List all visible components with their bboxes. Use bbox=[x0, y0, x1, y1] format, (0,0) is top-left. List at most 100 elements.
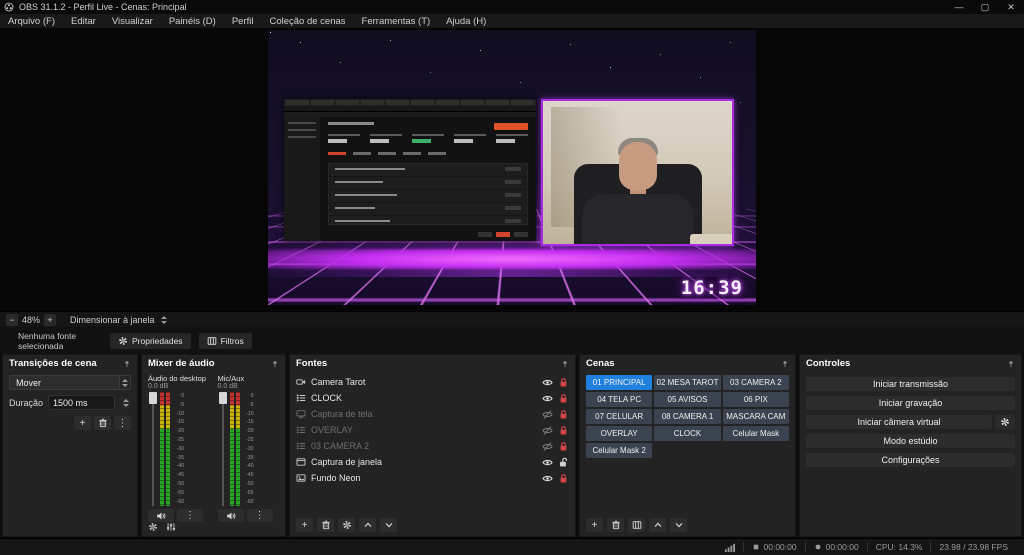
filters-button[interactable]: Filtros bbox=[199, 333, 252, 349]
scene-item-celular-mask-2[interactable]: Celular Mask 2 bbox=[586, 443, 652, 458]
source-row[interactable]: CLOCK bbox=[290, 390, 575, 406]
add-source-button[interactable]: + bbox=[296, 518, 313, 532]
mixer-settings-gear-icon[interactable] bbox=[148, 522, 158, 532]
scene-item-celular[interactable]: 07 CELULAR bbox=[586, 409, 652, 424]
scene-filters-button[interactable] bbox=[628, 518, 645, 532]
menu-editar[interactable]: Editar bbox=[63, 14, 104, 28]
lock-icon[interactable] bbox=[558, 425, 569, 436]
window-capture-source bbox=[284, 99, 536, 241]
pin-icon[interactable] bbox=[561, 360, 569, 368]
maximize-button[interactable]: ▢ bbox=[972, 0, 998, 14]
scene-item-mesa-tarot[interactable]: 02 MESA TAROT bbox=[654, 375, 720, 390]
add-scene-button[interactable]: + bbox=[586, 518, 603, 532]
speaker-icon bbox=[156, 511, 166, 521]
source-row[interactable]: Captura de janela bbox=[290, 454, 575, 470]
source-row[interactable]: Camera Tarot bbox=[290, 374, 575, 390]
menu-arquivo[interactable]: Arquivo (F) bbox=[0, 14, 63, 28]
channel-options-button[interactable]: ⋮ bbox=[177, 509, 203, 522]
move-source-up-button[interactable] bbox=[359, 518, 376, 532]
pin-icon[interactable] bbox=[123, 360, 131, 368]
eye-off-icon[interactable] bbox=[542, 425, 553, 436]
eye-icon[interactable] bbox=[542, 457, 553, 468]
duration-spinner[interactable] bbox=[120, 397, 131, 409]
remove-transition-button[interactable] bbox=[94, 416, 111, 430]
channel-options-button[interactable]: ⋮ bbox=[247, 509, 273, 522]
scene-source-icon bbox=[296, 441, 306, 451]
move-scene-down-button[interactable] bbox=[670, 518, 687, 532]
remove-source-button[interactable] bbox=[317, 518, 334, 532]
source-row[interactable]: OVERLAY bbox=[290, 422, 575, 438]
start-recording-button[interactable]: Iniciar gravação bbox=[806, 396, 1015, 410]
mute-button[interactable] bbox=[218, 509, 244, 522]
volume-slider[interactable] bbox=[148, 392, 158, 506]
eye-off-icon[interactable] bbox=[542, 441, 553, 452]
scene-item-overlay[interactable]: OVERLAY bbox=[586, 426, 652, 441]
start-virtual-camera-button[interactable]: Iniciar câmera virtual bbox=[806, 415, 992, 429]
start-streaming-button[interactable]: Iniciar transmissão bbox=[806, 377, 1015, 391]
scene-item-clock[interactable]: CLOCK bbox=[654, 426, 720, 441]
menu-visualizar[interactable]: Visualizar bbox=[104, 14, 161, 28]
volume-slider[interactable] bbox=[218, 392, 228, 506]
unlock-icon[interactable] bbox=[558, 457, 569, 468]
close-button[interactable]: ✕ bbox=[998, 0, 1024, 14]
scene-item-camera-1[interactable]: 08 CAMERA 1 bbox=[654, 409, 720, 424]
trash-icon bbox=[321, 520, 331, 530]
pin-icon[interactable] bbox=[1007, 360, 1015, 368]
source-row[interactable]: Fundo Neon bbox=[290, 470, 575, 486]
minimize-button[interactable]: — bbox=[946, 0, 972, 14]
pin-icon[interactable] bbox=[781, 360, 789, 368]
move-source-down-button[interactable] bbox=[380, 518, 397, 532]
source-properties-button[interactable] bbox=[338, 518, 355, 532]
dashboard-cta-button bbox=[494, 123, 528, 130]
source-row[interactable]: Captura de tela bbox=[290, 406, 575, 422]
scene-item-camera-2[interactable]: 03 CAMERA 2 bbox=[723, 375, 789, 390]
transition-select[interactable]: Mover bbox=[9, 375, 131, 390]
add-transition-button[interactable]: + bbox=[74, 416, 91, 430]
properties-button[interactable]: Propriedades bbox=[110, 333, 191, 349]
lock-icon[interactable] bbox=[558, 441, 569, 452]
scenes-title: Cenas bbox=[586, 358, 615, 369]
virtual-camera-settings-button[interactable] bbox=[995, 415, 1015, 429]
remove-scene-button[interactable] bbox=[607, 518, 624, 532]
transition-properties-button[interactable]: ⋮ bbox=[114, 416, 131, 430]
filter-icon bbox=[207, 336, 217, 346]
duration-label: Duração bbox=[9, 398, 43, 408]
menu-ferramentas[interactable]: Ferramentas (T) bbox=[354, 14, 439, 28]
eye-icon[interactable] bbox=[542, 473, 553, 484]
lock-icon[interactable] bbox=[558, 473, 569, 484]
scene-item-principal[interactable]: 01 PRINCIPAL bbox=[586, 375, 652, 390]
scale-mode-spinner[interactable] bbox=[159, 314, 170, 326]
source-row[interactable]: 03 CAMERA 2 bbox=[290, 438, 575, 454]
pin-icon[interactable] bbox=[271, 360, 279, 368]
eye-off-icon[interactable] bbox=[542, 409, 553, 420]
move-scene-up-button[interactable] bbox=[649, 518, 666, 532]
eye-icon[interactable] bbox=[542, 393, 553, 404]
preview-area[interactable]: 16:39 bbox=[0, 28, 1024, 311]
zoom-in-button[interactable]: + bbox=[44, 314, 56, 326]
scene-item-avisos[interactable]: 05 AVISOS bbox=[654, 392, 720, 407]
scene-item-pix[interactable]: 06 PIX bbox=[723, 392, 789, 407]
lock-icon[interactable] bbox=[558, 409, 569, 420]
obs-window: OBS 31.1.2 - Perfil Live - Cenas: Princi… bbox=[0, 0, 1024, 555]
dashboard-table bbox=[328, 163, 528, 225]
lock-icon[interactable] bbox=[558, 377, 569, 388]
scene-item-tela-pc[interactable]: 04 TELA PC bbox=[586, 392, 652, 407]
menu-ajuda[interactable]: Ajuda (H) bbox=[438, 14, 494, 28]
mute-button[interactable] bbox=[148, 509, 174, 522]
advanced-audio-icon[interactable] bbox=[166, 522, 176, 532]
transition-select-spinner[interactable] bbox=[119, 376, 130, 389]
menu-paineis[interactable]: Painéis (D) bbox=[161, 14, 224, 28]
settings-button[interactable]: Configurações bbox=[806, 453, 1015, 467]
studio-mode-button[interactable]: Modo estúdio bbox=[806, 434, 1015, 448]
scene-canvas[interactable]: 16:39 bbox=[268, 30, 756, 305]
menu-colecao-de-cenas[interactable]: Coleção de cenas bbox=[261, 14, 353, 28]
menu-perfil[interactable]: Perfil bbox=[224, 14, 262, 28]
scale-mode-label[interactable]: Dimensionar à janela bbox=[70, 315, 155, 325]
lock-icon[interactable] bbox=[558, 393, 569, 404]
eye-icon[interactable] bbox=[542, 377, 553, 388]
neon-horizon-glow bbox=[268, 249, 756, 269]
scene-item-celular-mask[interactable]: Celular Mask bbox=[723, 426, 789, 441]
zoom-out-button[interactable]: − bbox=[6, 314, 18, 326]
scene-item-mascara-cam[interactable]: MASCARA CAM bbox=[723, 409, 789, 424]
duration-input[interactable] bbox=[48, 395, 115, 410]
